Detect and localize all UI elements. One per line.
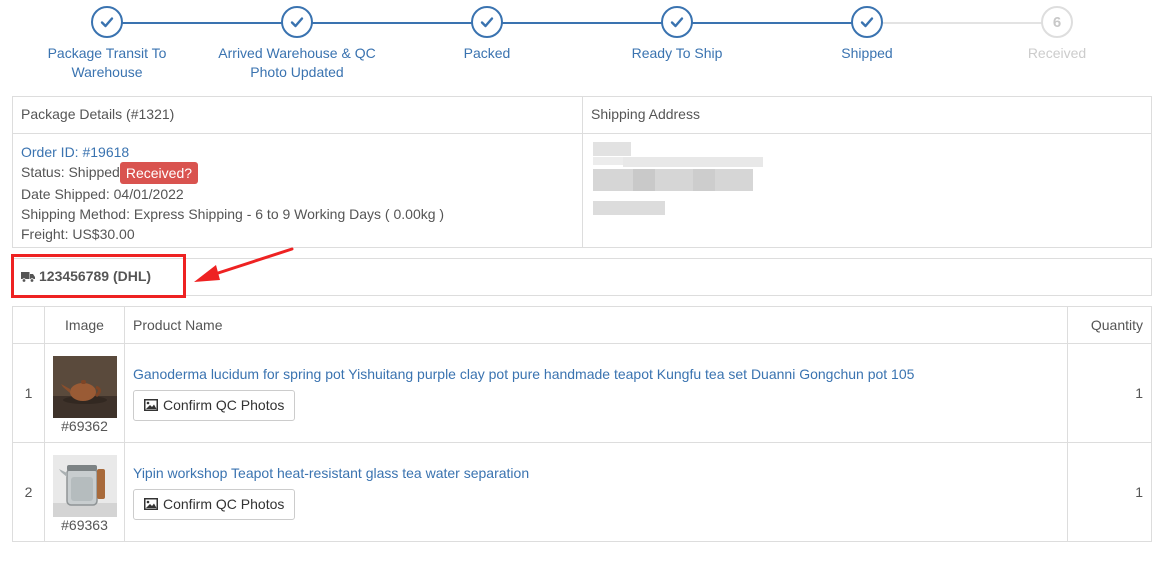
- received-button[interactable]: Received?: [119, 162, 199, 185]
- step-label: Ready To Ship: [631, 45, 723, 61]
- row-index: 2: [12, 442, 45, 542]
- shipping-method: Shipping Method: Express Shipping - 6 to…: [21, 206, 445, 223]
- product-name-cell: Yipin workshop Teapot heat-resistant gla…: [124, 442, 1068, 542]
- check-icon: [471, 6, 503, 38]
- image-icon: [144, 498, 158, 510]
- step-label: Arrived Warehouse & QC Photo Updated: [218, 45, 376, 80]
- column-header-image: Image: [44, 306, 125, 344]
- annotation-arrow-icon: [194, 247, 294, 282]
- product-name-cell: Ganoderma lucidum for spring pot Yishuit…: [124, 343, 1068, 443]
- product-name-link[interactable]: Yipin workshop Teapot heat-resistant gla…: [133, 465, 1059, 481]
- table-row: 2 #69363 Yipin workshop Teapot heat-resi…: [12, 442, 1152, 542]
- freight: Freight: US$30.00: [21, 226, 135, 243]
- step-shipped: Shipped: [772, 6, 962, 63]
- product-image-cell: #69363: [44, 442, 125, 542]
- status-text: Status: Shipped: [21, 164, 120, 180]
- step-ready-to-ship: Ready To Ship: [582, 6, 772, 63]
- confirm-qc-photos-button[interactable]: Confirm QC Photos: [133, 389, 296, 421]
- shipping-address-column: Shipping Address: [583, 97, 1151, 247]
- step-label: Packed: [463, 45, 511, 61]
- clay-teapot-photo[interactable]: [52, 356, 117, 418]
- step-arrived-warehouse: Arrived Warehouse & QC Photo Updated: [202, 6, 392, 82]
- step-label: Shipped: [841, 45, 893, 61]
- annotation-highlight-box: [11, 254, 186, 298]
- step-label: Received: [1027, 45, 1087, 61]
- step-label: Package Transit To Warehouse: [47, 45, 167, 80]
- product-sku: #69362: [61, 418, 108, 434]
- product-name-link[interactable]: Ganoderma lucidum for spring pot Yishuit…: [133, 366, 1059, 382]
- product-sku: #69363: [61, 517, 108, 533]
- row-index: 1: [12, 343, 45, 443]
- step-number: 6: [1041, 6, 1073, 38]
- column-header-product-name: Product Name: [124, 306, 1068, 344]
- shipping-address-header: Shipping Address: [583, 97, 1151, 134]
- row-quantity: 1: [1067, 343, 1152, 443]
- column-header-index: [12, 306, 45, 344]
- table-row: 1 #69362 Ganoderma lucidum for spring po…: [12, 343, 1152, 443]
- check-icon: [661, 6, 693, 38]
- product-image-cell: #69362: [44, 343, 125, 443]
- date-shipped: Date Shipped: 04/01/2022: [21, 186, 184, 203]
- image-icon: [144, 399, 158, 411]
- column-header-quantity: Quantity: [1067, 306, 1152, 344]
- row-quantity: 1: [1067, 442, 1152, 542]
- order-progress-stepper: Package Transit To Warehouse Arrived War…: [12, 6, 1152, 90]
- package-details-panel: Package Details (#1321) Order ID: #19618…: [12, 96, 1152, 248]
- step-received: 6 Received: [962, 6, 1152, 63]
- check-icon: [91, 6, 123, 38]
- package-details-column: Package Details (#1321) Order ID: #19618…: [13, 97, 583, 247]
- step-package-transit: Package Transit To Warehouse: [12, 6, 202, 82]
- glass-teapot-photo[interactable]: [52, 455, 117, 517]
- order-id-link[interactable]: Order ID: #19618: [21, 144, 129, 160]
- confirm-qc-photos-button[interactable]: Confirm QC Photos: [133, 488, 296, 520]
- check-icon: [851, 6, 883, 38]
- confirm-qc-photos-label: Confirm QC Photos: [163, 496, 285, 512]
- check-icon: [281, 6, 313, 38]
- step-packed: Packed: [392, 6, 582, 63]
- products-table: Image Product Name Quantity 1 #69362 Gan…: [12, 306, 1152, 542]
- package-details-header: Package Details (#1321): [13, 97, 582, 134]
- confirm-qc-photos-label: Confirm QC Photos: [163, 397, 285, 413]
- package-details-body: Order ID: #19618 Status: Shipped Received…: [13, 134, 582, 252]
- table-header-row: Image Product Name Quantity: [12, 306, 1152, 344]
